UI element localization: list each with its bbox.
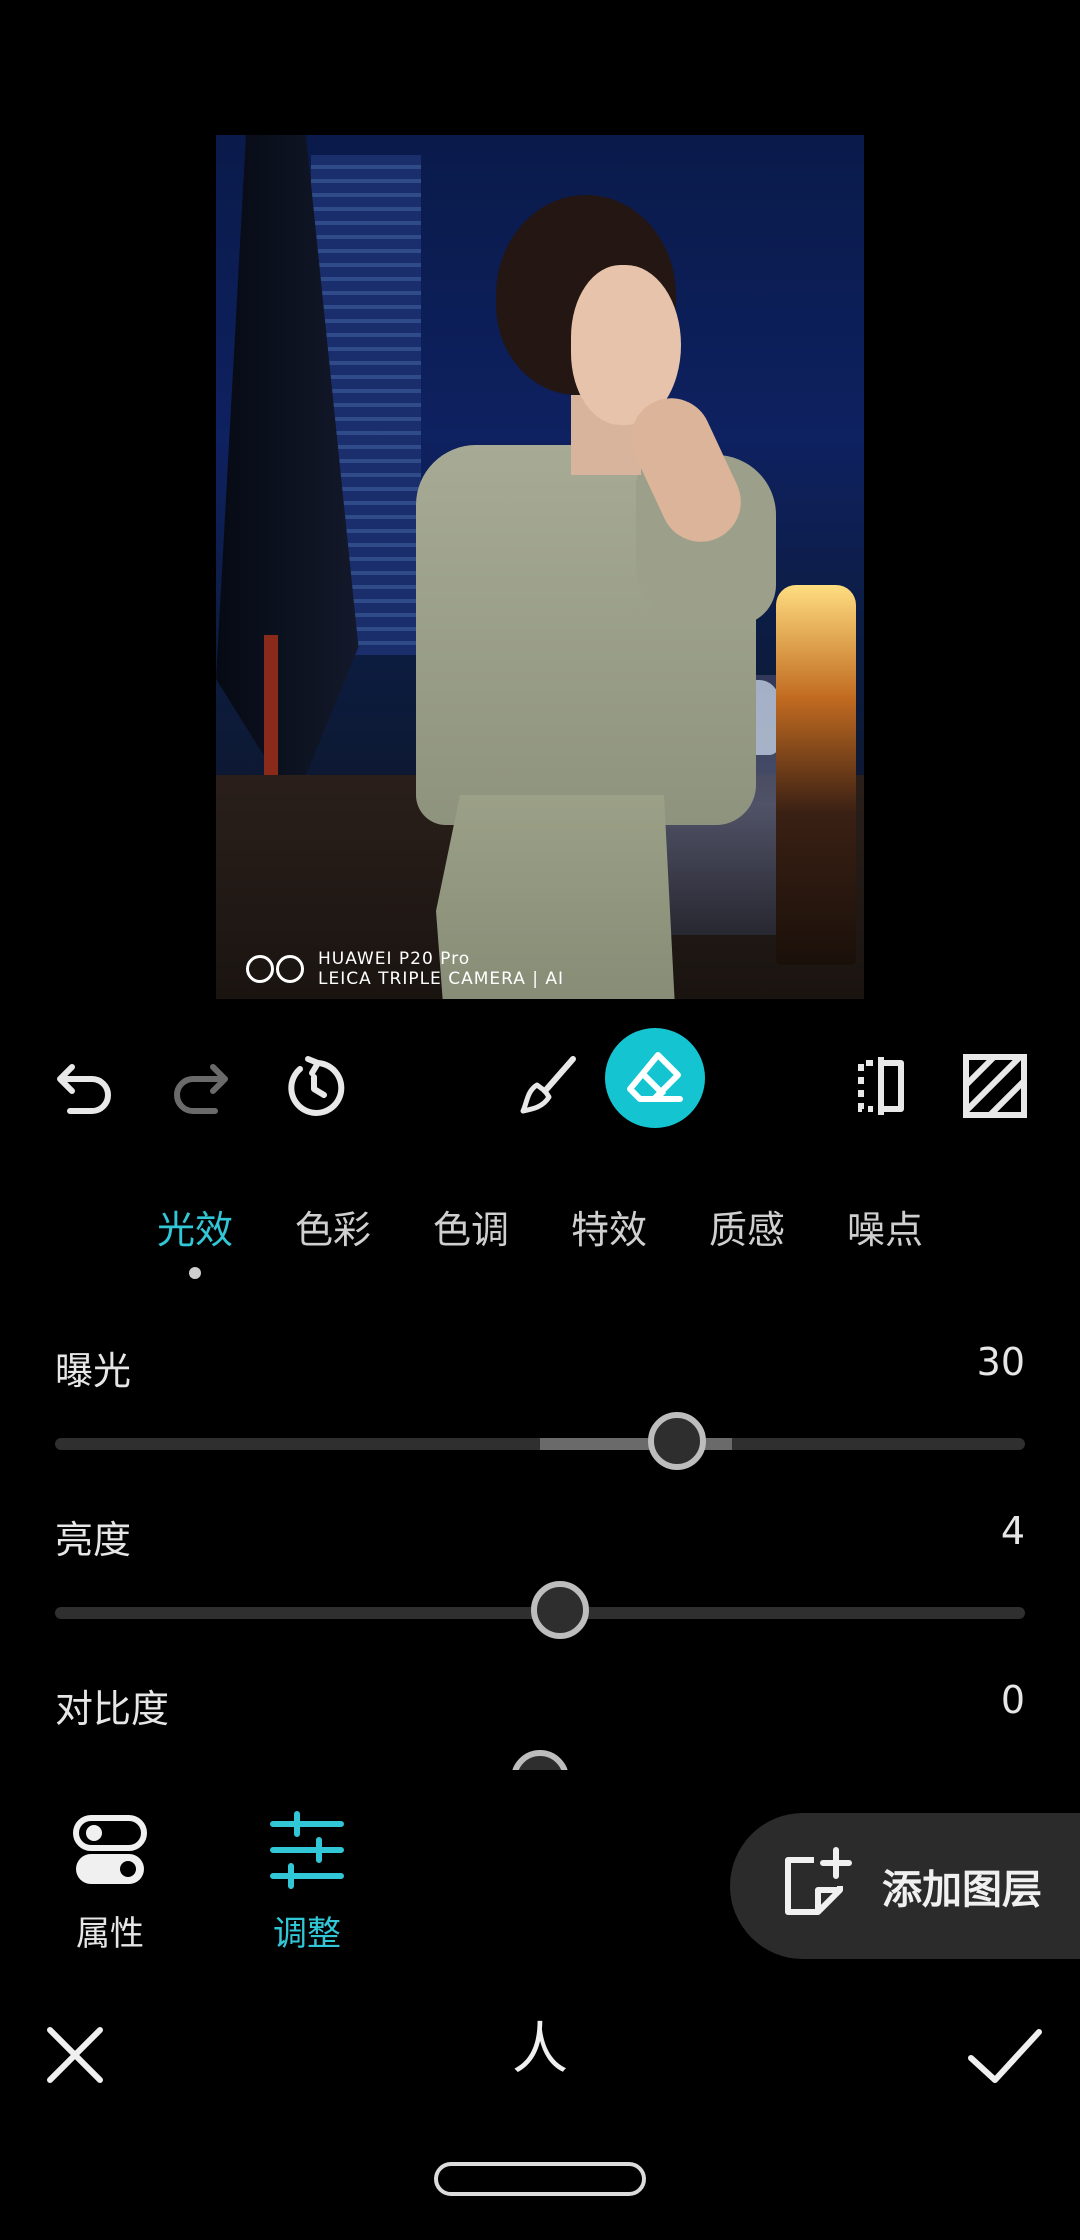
- contrast-label: 对比度: [55, 1687, 170, 1731]
- redo-button[interactable]: [160, 1046, 240, 1126]
- camera-watermark: HUAWEI P20 Pro LEICA TRIPLE CAMERA | AI: [246, 947, 564, 991]
- person-mode-label[interactable]: 人: [500, 2010, 580, 2090]
- confirm-button[interactable]: [965, 2020, 1045, 2090]
- undo-button[interactable]: [45, 1046, 125, 1126]
- tab-tone[interactable]: 色调: [416, 1200, 526, 1280]
- undo-icon: [57, 1064, 111, 1114]
- exposure-thumb[interactable]: [648, 1412, 706, 1470]
- mask-button[interactable]: [955, 1046, 1035, 1126]
- brightness-value: 4: [1000, 1509, 1025, 1553]
- check-icon: [968, 2029, 1042, 2083]
- adjust-mode-button[interactable]: 调整: [237, 1810, 377, 1955]
- active-tab-indicator: [189, 1267, 201, 1279]
- brightness-thumb[interactable]: [531, 1581, 589, 1639]
- exposure-value: 30: [976, 1340, 1025, 1384]
- eraser-button[interactable]: [605, 1028, 705, 1128]
- tab-light-effect[interactable]: 光效: [140, 1200, 250, 1280]
- tab-texture[interactable]: 质感: [692, 1200, 802, 1280]
- toggle-icon: [73, 1815, 147, 1884]
- home-indicator[interactable]: [434, 2162, 646, 2196]
- photo-lamp: [776, 585, 856, 965]
- sliders-icon: [270, 1811, 344, 1889]
- compare-icon: [858, 1057, 904, 1115]
- attributes-label: 属性: [76, 1914, 144, 1954]
- tab-noise[interactable]: 噪点: [830, 1200, 940, 1280]
- photo-person: [346, 195, 776, 999]
- add-layer-button[interactable]: 添加图层: [730, 1813, 1080, 1959]
- compare-button[interactable]: [840, 1046, 920, 1126]
- watermark-line1: HUAWEI P20 Pro: [318, 949, 471, 969]
- leica-rings-icon: [246, 955, 304, 983]
- brush-icon: [520, 1056, 576, 1114]
- redo-icon: [174, 1064, 228, 1114]
- brush-button[interactable]: [510, 1046, 590, 1126]
- reset-icon: [288, 1056, 345, 1116]
- adjust-tabs: 光效 色彩 色调 特效 质感 噪点: [140, 1200, 940, 1280]
- photo-preview[interactable]: HUAWEI P20 Pro LEICA TRIPLE CAMERA | AI: [216, 135, 864, 999]
- brightness-label: 亮度: [55, 1518, 132, 1562]
- contrast-value: 0: [1000, 1678, 1025, 1722]
- cancel-button[interactable]: [40, 2020, 110, 2090]
- brightness-slider-row: 亮度 4: [55, 1509, 1025, 1649]
- exposure-label: 曝光: [55, 1349, 132, 1393]
- eraser-icon: [627, 1052, 683, 1102]
- close-icon: [47, 2027, 103, 2083]
- add-layer-icon: [785, 1847, 852, 1915]
- reset-button[interactable]: [275, 1046, 355, 1126]
- tab-color[interactable]: 色彩: [278, 1200, 388, 1280]
- action-bar: 人: [0, 2010, 1080, 2110]
- attributes-mode-button[interactable]: 属性: [40, 1810, 180, 1955]
- mask-icon: [963, 1054, 1027, 1118]
- tab-effects[interactable]: 特效: [554, 1200, 664, 1280]
- adjust-label: 调整: [273, 1914, 341, 1954]
- exposure-slider-row: 曝光 30: [55, 1340, 1025, 1480]
- add-layer-label: 添加图层: [882, 1867, 1042, 1913]
- watermark-line2: LEICA TRIPLE CAMERA | AI: [318, 969, 565, 989]
